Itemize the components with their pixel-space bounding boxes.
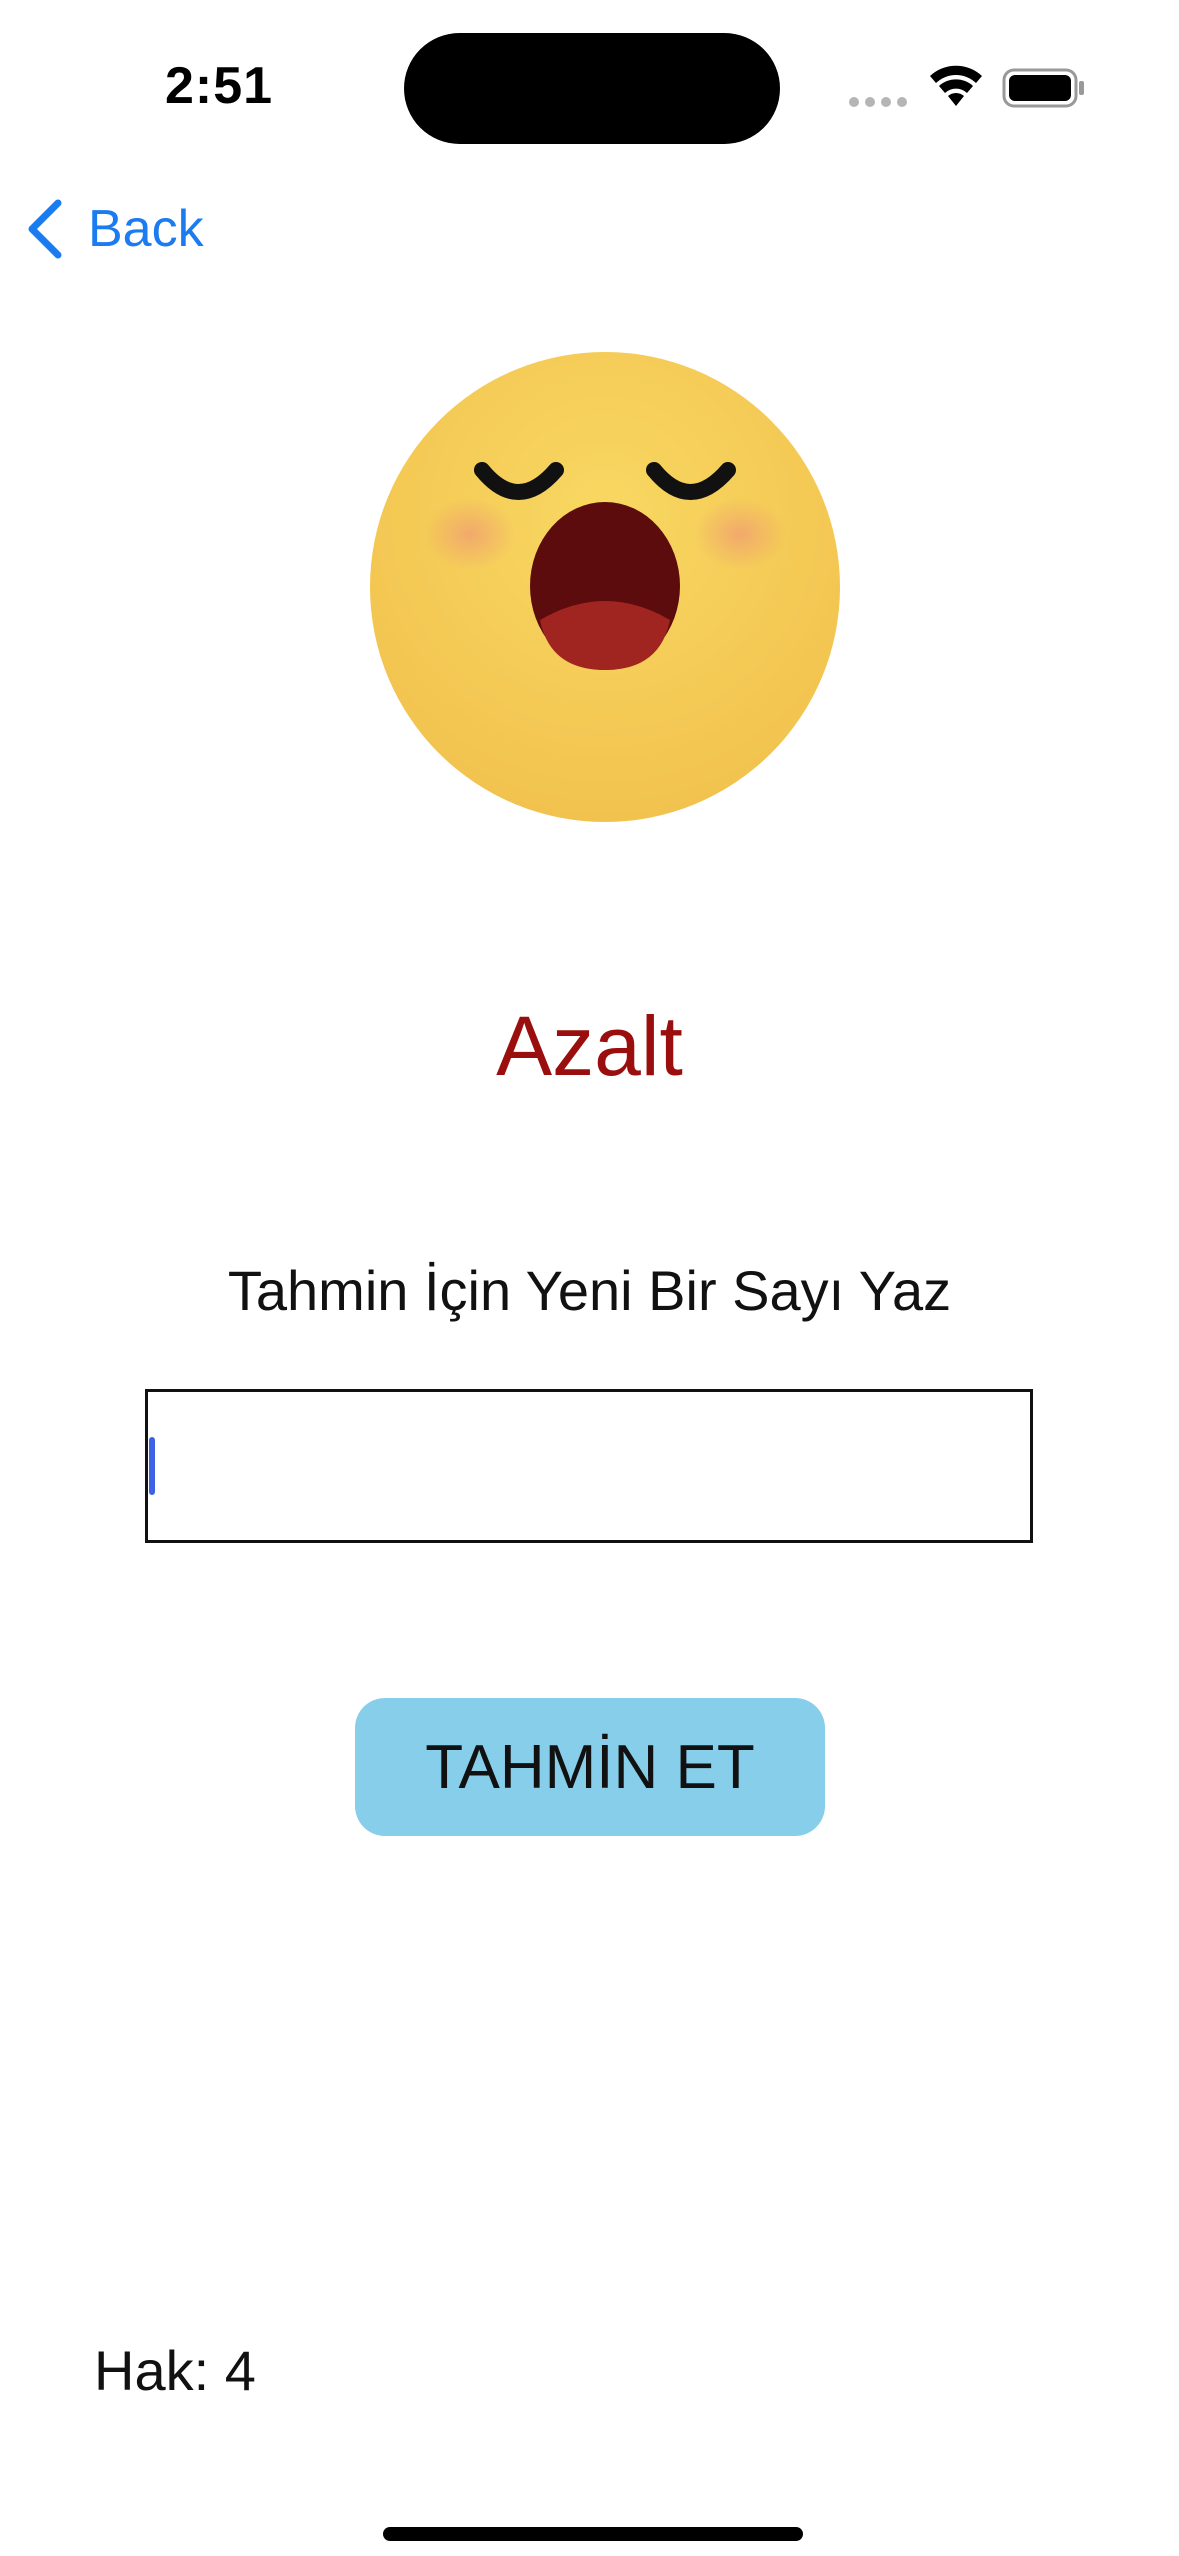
wifi-icon (930, 65, 982, 106)
home-indicator[interactable] (383, 2527, 803, 2541)
battery-icon (1002, 68, 1084, 108)
guess-button[interactable]: TAHMİN ET (355, 1698, 825, 1836)
prompt-label: Tahmin İçin Yeni Bir Sayı Yaz (227, 1259, 952, 1322)
yawning-face-icon (370, 352, 840, 822)
chevron-left-icon (28, 199, 62, 259)
remaining-attempts: Hak: 4 (94, 2339, 256, 2402)
dynamic-island (404, 33, 780, 144)
back-label: Back (88, 200, 204, 258)
cellular-signal-icon (849, 97, 907, 107)
status-time: 2:51 (165, 57, 274, 115)
text-cursor (149, 1437, 155, 1495)
hint-text: Azalt (496, 999, 683, 1093)
back-button[interactable]: Back (24, 194, 204, 264)
guess-input[interactable] (145, 1389, 1033, 1543)
